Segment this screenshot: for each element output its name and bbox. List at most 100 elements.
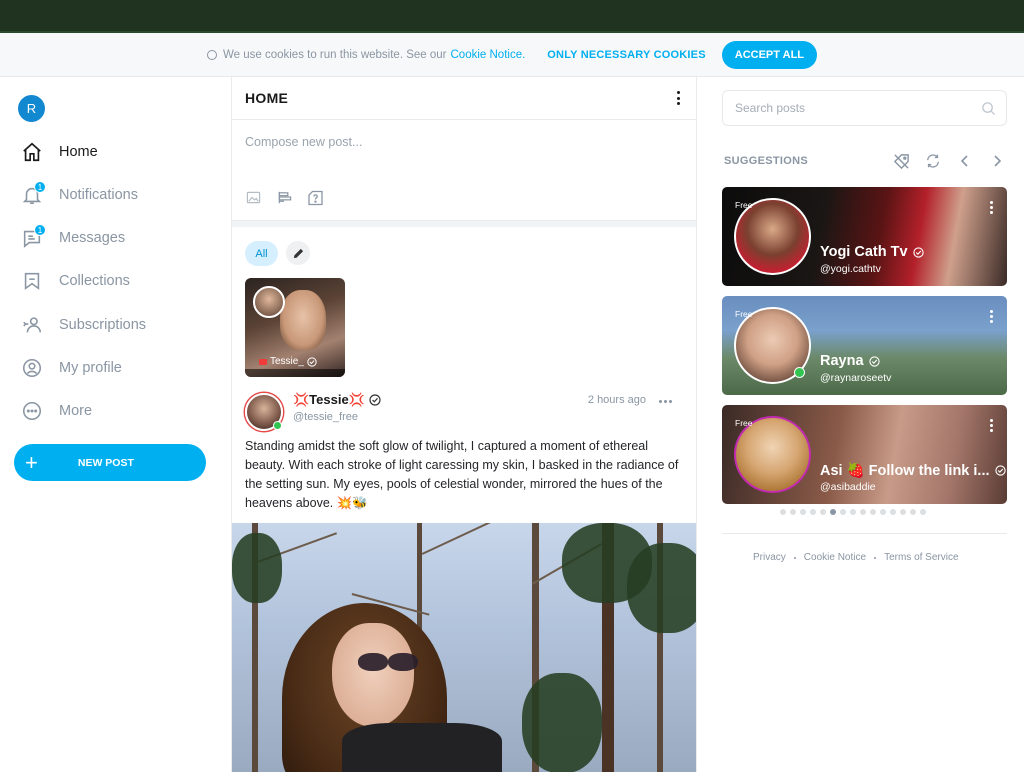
suggestions-toolbar: [892, 152, 1006, 170]
pagination-dot[interactable]: [820, 509, 826, 515]
suggestion-name[interactable]: Asi 🍓 Follow the link i...: [820, 462, 1006, 479]
cookie-notice-footer-link[interactable]: Cookie Notice: [804, 552, 866, 563]
suggestion-name[interactable]: Rayna: [820, 353, 880, 369]
nav-home-label: Home: [59, 144, 98, 160]
nav-collections[interactable]: Collections: [20, 266, 220, 296]
image-icon[interactable]: [245, 189, 262, 206]
suggestion-handle[interactable]: @asibaddie: [820, 481, 876, 493]
new-post-button[interactable]: + NEW POST: [14, 444, 206, 481]
suggestion-handle[interactable]: @yogi.cathtv: [820, 263, 881, 275]
card-options-icon[interactable]: [990, 310, 993, 323]
post-author-handle[interactable]: @tessie_free: [293, 411, 358, 423]
post-timestamp[interactable]: 2 hours ago: [588, 394, 646, 406]
browser-top-strip: [0, 0, 1024, 33]
search-placeholder: Search posts: [735, 101, 806, 115]
post-options-icon[interactable]: [659, 400, 672, 403]
story-image: [280, 290, 326, 350]
suggestion-name-text: Rayna: [820, 353, 864, 369]
message-icon: 1: [20, 224, 46, 250]
user-avatar[interactable]: R: [18, 95, 45, 122]
story-thumbnail[interactable]: Tessie_: [245, 278, 345, 377]
feed-options-icon[interactable]: [676, 91, 680, 105]
only-necessary-cookies-button[interactable]: ONLY NECESSARY COOKIES: [547, 49, 705, 61]
search-icon[interactable]: [981, 101, 996, 119]
card-options-icon[interactable]: [990, 201, 993, 214]
feed-filters: All: [245, 241, 310, 266]
suggestion-handle[interactable]: @raynaroseetv: [820, 372, 891, 384]
new-post-label: NEW POST: [77, 456, 134, 469]
story-avatar: [253, 286, 285, 318]
nav-my-profile[interactable]: My profile: [20, 353, 220, 383]
nav-messages-label: Messages: [59, 230, 126, 246]
nav-my-profile-label: My profile: [59, 360, 122, 376]
pagination-dot[interactable]: [920, 509, 926, 515]
cookie-message: We use cookies to run this website. See …: [222, 48, 447, 61]
quiz-icon[interactable]: [307, 189, 324, 206]
post-author-avatar[interactable]: [245, 393, 283, 431]
filter-all-chip[interactable]: All: [245, 241, 278, 266]
nav-home[interactable]: Home: [20, 137, 220, 167]
nav-subscriptions[interactable]: Subscriptions: [20, 310, 220, 340]
pagination-dot[interactable]: [800, 509, 806, 515]
more-icon: [20, 399, 44, 423]
nav-notifications-label: Notifications: [59, 187, 138, 203]
suggestion-card[interactable]: Free Asi 🍓 Follow the link i... @asibadd…: [722, 405, 1007, 504]
story-label: Tessie_: [259, 356, 317, 367]
suggestion-card[interactable]: Free Rayna @raynaroseetv: [722, 296, 1007, 395]
suggestions-pagination[interactable]: [780, 509, 926, 515]
nav-messages[interactable]: 1 Messages: [20, 223, 220, 253]
terms-link[interactable]: Terms of Service: [884, 552, 958, 563]
nav-notifications[interactable]: 1 Notifications: [20, 180, 220, 210]
pagination-dot[interactable]: [790, 509, 796, 515]
post-header: 💢Tessie💢 @tessie_free 2 hours ago: [245, 389, 685, 431]
footer-links: Privacy Cookie Notice Terms of Service: [753, 552, 959, 563]
main-feed: HOME Compose new post... All Tessie_ 💢Te…: [231, 77, 697, 772]
nav-more[interactable]: More: [20, 396, 220, 426]
chevron-right-icon[interactable]: [988, 152, 1006, 170]
right-sidebar: Search posts SUGGESTIONS Free Yogi Cath …: [697, 77, 1024, 772]
verified-icon: [868, 355, 880, 367]
cookie-notice-link[interactable]: Cookie Notice.: [451, 49, 526, 61]
suggestion-name[interactable]: Yogi Cath Tv: [820, 244, 924, 260]
suggestion-card[interactable]: Free Yogi Cath Tv @yogi.cathtv: [722, 187, 1007, 286]
nav-collections-label: Collections: [59, 273, 130, 289]
price-tag-off-icon[interactable]: [892, 152, 910, 170]
chevron-left-icon[interactable]: [956, 152, 974, 170]
pagination-dot[interactable]: [860, 509, 866, 515]
compose-box[interactable]: Compose new post...: [232, 120, 696, 221]
verified-icon: [369, 394, 381, 406]
card-options-icon[interactable]: [990, 419, 993, 432]
left-sidebar: R Home 1 Notifications 1 Messages Collec…: [0, 77, 231, 772]
pagination-dot[interactable]: [870, 509, 876, 515]
free-badge: Free: [735, 309, 753, 319]
pagination-dot[interactable]: [780, 509, 786, 515]
post-author-name-text: 💢Tessie💢: [293, 392, 365, 407]
divider: [722, 533, 1007, 534]
pagination-dot[interactable]: [810, 509, 816, 515]
subscriptions-icon: [20, 313, 44, 337]
accept-all-cookies-button[interactable]: ACCEPT ALL: [721, 40, 818, 69]
story-name: Tessie_: [270, 356, 304, 367]
compose-input[interactable]: Compose new post...: [245, 135, 362, 149]
search-input[interactable]: Search posts: [722, 90, 1007, 126]
profile-icon: [20, 356, 44, 380]
verified-icon: [912, 246, 924, 258]
pagination-dot[interactable]: [830, 509, 836, 515]
pagination-dot[interactable]: [880, 509, 886, 515]
pagination-dot[interactable]: [910, 509, 916, 515]
privacy-link[interactable]: Privacy: [753, 552, 786, 563]
story-strip: [245, 369, 345, 377]
pagination-dot[interactable]: [850, 509, 856, 515]
free-badge: Free: [735, 418, 753, 428]
pagination-dot[interactable]: [900, 509, 906, 515]
poll-icon[interactable]: [276, 189, 293, 206]
post-image[interactable]: [232, 523, 696, 772]
messages-badge: 1: [34, 224, 46, 236]
edit-filters-button[interactable]: [286, 241, 310, 265]
pagination-dot[interactable]: [890, 509, 896, 515]
suggestion-name-text: Yogi Cath Tv: [820, 244, 908, 260]
pagination-dot[interactable]: [840, 509, 846, 515]
nav-subscriptions-label: Subscriptions: [59, 317, 147, 333]
post-author-name[interactable]: 💢Tessie💢: [293, 392, 381, 408]
refresh-icon[interactable]: [924, 152, 942, 170]
